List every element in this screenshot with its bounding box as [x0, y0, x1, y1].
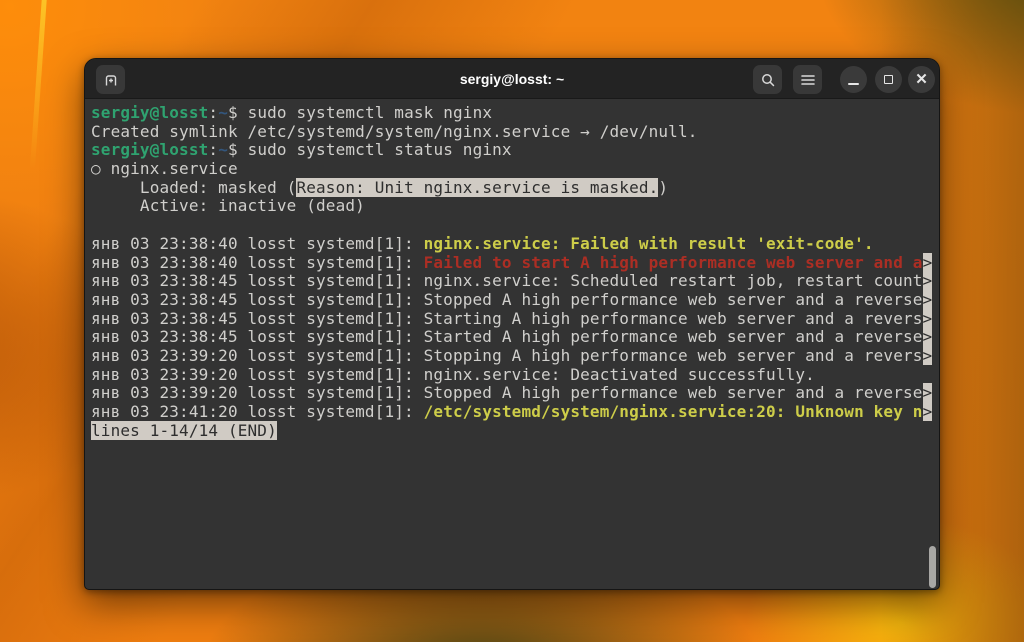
terminal-line: янв 03 23:41:20 losst systemd[1]: /etc/s…: [91, 402, 933, 421]
terminal-line: янв 03 23:39:20 losst systemd[1]: Stoppe…: [91, 383, 933, 403]
terminal-line: янв 03 23:38:45 losst systemd[1]: Starte…: [91, 327, 933, 347]
terminal-line: sergiy@losst:~$ sudo systemctl mask ngin…: [91, 103, 493, 122]
window-headerbar[interactable]: sergiy@losst: ~ ✕: [85, 59, 939, 99]
terminal-line: lines 1-14/14 (END): [91, 420, 277, 440]
terminal-line: Loaded: masked (Reason: Unit nginx.servi…: [91, 177, 669, 197]
terminal-line: янв 03 23:38:40 losst systemd[1]: nginx.…: [91, 233, 874, 253]
terminal-line: янв 03 23:38:45 losst systemd[1]: Stoppe…: [91, 289, 933, 309]
terminal-screen[interactable]: sergiy@losst:~$ sudo systemctl mask ngin…: [85, 100, 939, 589]
terminal-window: sergiy@losst: ~ ✕ sergiy@losst:~$ sudo s…: [84, 58, 940, 590]
new-tab-icon: [103, 72, 119, 88]
terminal-line: янв 03 23:38:45 losst systemd[1]: Starti…: [91, 308, 933, 328]
wallpaper-accent-stripe: [29, 0, 48, 169]
terminal-line: sergiy@losst:~$ sudo systemctl status ng…: [91, 140, 512, 160]
terminal-line: Active: inactive (dead): [91, 196, 365, 216]
maximize-button[interactable]: [875, 66, 902, 93]
terminal-line: ○ nginx.service: [91, 159, 238, 179]
minimize-button[interactable]: [840, 66, 867, 93]
close-button[interactable]: ✕: [908, 66, 935, 93]
close-icon: ✕: [915, 71, 928, 88]
maximize-icon: [884, 75, 893, 84]
scrollbar-thumb[interactable]: [929, 546, 936, 588]
minimize-icon: [848, 82, 859, 85]
terminal-line: янв 03 23:38:45 losst systemd[1]: nginx.…: [91, 271, 933, 291]
terminal-line: янв 03 23:39:20 losst systemd[1]: nginx.…: [91, 364, 815, 384]
terminal-line: Created symlink /etc/systemd/system/ngin…: [91, 121, 698, 141]
search-button[interactable]: [753, 65, 782, 94]
menu-button[interactable]: [793, 65, 822, 94]
terminal-line: янв 03 23:38:40 losst systemd[1]: Failed…: [91, 252, 933, 272]
menu-icon: [800, 74, 815, 86]
new-tab-button[interactable]: [96, 65, 125, 94]
terminal-line: янв 03 23:39:20 losst systemd[1]: Stoppi…: [91, 345, 933, 365]
search-icon: [760, 72, 776, 88]
